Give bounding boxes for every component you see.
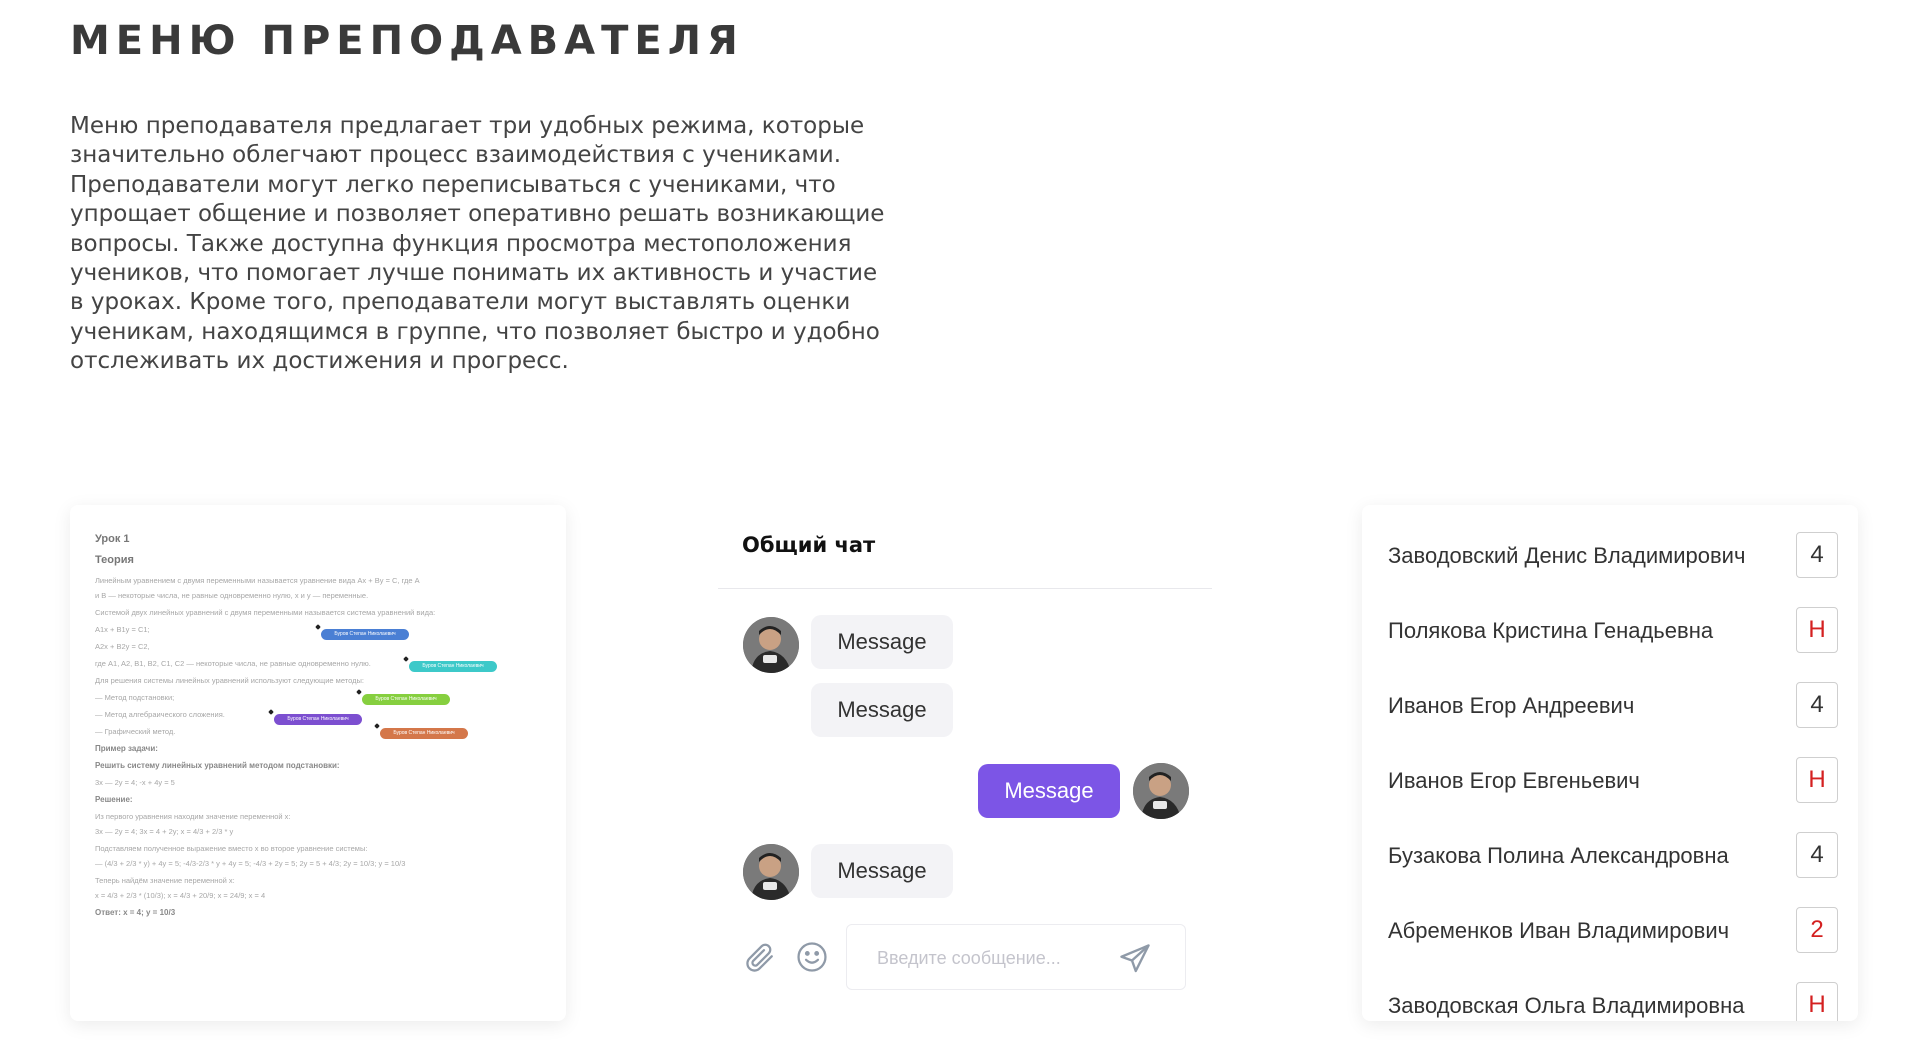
message-composer[interactable] — [846, 924, 1186, 990]
student-name: Иванов Егор Евгеньевич — [1388, 768, 1640, 793]
lesson-line: Системой двух линейных уравнений с двумя… — [95, 608, 436, 617]
lesson-line: Подставляем полученное выражение вместо … — [95, 844, 368, 853]
student-name: Заводовский Денис Владимирович — [1388, 543, 1746, 568]
location-pill[interactable]: Буров Степан Николаевич — [321, 629, 409, 640]
lesson-line: — Графический метод. — [95, 727, 176, 736]
emoji-icon[interactable] — [795, 940, 829, 974]
student-name: Полякова Кристина Генадьевна — [1388, 618, 1714, 643]
intro-text: Меню преподавателя предлагает три удобны… — [70, 113, 885, 375]
grade-cell[interactable]: 4 — [1796, 682, 1838, 728]
grade-cell[interactable]: Н — [1796, 757, 1838, 803]
location-pill[interactable]: Буров Степан Николаевич — [362, 694, 450, 705]
message-input[interactable] — [875, 944, 1109, 972]
grade-cell[interactable]: Н — [1796, 982, 1838, 1021]
lesson-section: Теория — [95, 554, 134, 566]
grade-row: Иванов Егор Евгеньевич Н — [1388, 755, 1838, 807]
grade-cell[interactable]: 4 — [1796, 832, 1838, 878]
lesson-line: x = 4/3 + 2/3 * (10/3); x = 4/3 + 20/9; … — [95, 891, 266, 900]
user-avatar[interactable] — [743, 617, 799, 673]
chat-message-outgoing[interactable]: Message — [978, 764, 1120, 818]
lesson-line: 3x — 2y = 4; 3x = 4 + 2y; x = 4/3 + 2/3 … — [95, 827, 234, 836]
grade-cell[interactable]: Н — [1796, 607, 1838, 653]
grade-cell[interactable]: 2 — [1796, 907, 1838, 953]
lesson-line: — (4/3 + 2/3 * y) + 4y = 5; -4/3-2/3 * y… — [95, 859, 406, 868]
grade-row: Абременков Иван Владимирович 2 — [1388, 905, 1838, 957]
grade-row: Заводовский Денис Владимирович 4 — [1388, 530, 1838, 582]
paperclip-icon[interactable] — [742, 940, 776, 974]
lesson-line: Решение: — [95, 795, 133, 804]
grade-cell[interactable]: 4 — [1796, 532, 1838, 578]
grade-row: Бузакова Полина Александровна 4 — [1388, 830, 1838, 882]
lesson-line: Из первого уравнения находим значение пе… — [95, 812, 291, 821]
lesson-line: Линейным уравнением с двумя переменными … — [95, 576, 420, 585]
lesson-line: Для решения системы линейных уравнений и… — [95, 676, 364, 685]
lesson-line: Решить систему линейных уравнений методо… — [95, 761, 340, 770]
user-avatar[interactable] — [1133, 763, 1189, 819]
chat-message-incoming[interactable]: Message — [811, 683, 953, 737]
lesson-line: A2x + B2y = C2, — [95, 642, 150, 651]
lesson-line: Пример задачи: — [95, 744, 158, 753]
grades-card: Заводовский Денис Владимирович 4 Поляков… — [1362, 505, 1858, 1021]
grade-row: Иванов Егор Андреевич 4 — [1388, 680, 1838, 732]
student-name: Заводовская Ольга Владимировна — [1388, 993, 1745, 1018]
location-pill[interactable]: Буров Степан Николаевич — [409, 661, 497, 672]
location-pill[interactable]: Буров Степан Николаевич — [274, 714, 362, 725]
page-title: МЕНЮ ПРЕПОДАВАТЕЛЯ — [70, 18, 744, 64]
student-name: Абременков Иван Владимирович — [1388, 918, 1730, 943]
chat-title: Общий чат — [742, 533, 876, 557]
student-name: Иванов Егор Андреевич — [1388, 693, 1635, 718]
lesson-line: — Метод подстановки; — [95, 693, 175, 702]
chat-divider — [718, 588, 1212, 589]
lesson-line: Ответ: x = 4; y = 10/3 — [95, 908, 176, 917]
chat-message-incoming[interactable]: Message — [811, 615, 953, 669]
student-name: Бузакова Полина Александровна — [1388, 843, 1729, 868]
grade-row: Полякова Кристина Генадьевна Н — [1388, 605, 1838, 657]
lesson-preview-card[interactable]: Урок 1 Теория Линейным уравнением с двум… — [70, 505, 566, 1021]
lesson-line: 3x — 2y = 4; -x + 4y = 5 — [95, 778, 175, 787]
location-pill[interactable]: Буров Степан Николаевич — [380, 728, 468, 739]
lesson-line: и B — некоторые числа, не равные одновре… — [95, 591, 369, 600]
user-avatar[interactable] — [743, 844, 799, 900]
chat-message-incoming[interactable]: Message — [811, 844, 953, 898]
grade-row: Заводовская Ольга Владимировна Н — [1388, 980, 1838, 1021]
lesson-title: Урок 1 — [95, 533, 130, 545]
send-icon[interactable] — [1117, 941, 1153, 977]
lesson-line: Теперь найдём значение переменной x: — [95, 876, 235, 885]
